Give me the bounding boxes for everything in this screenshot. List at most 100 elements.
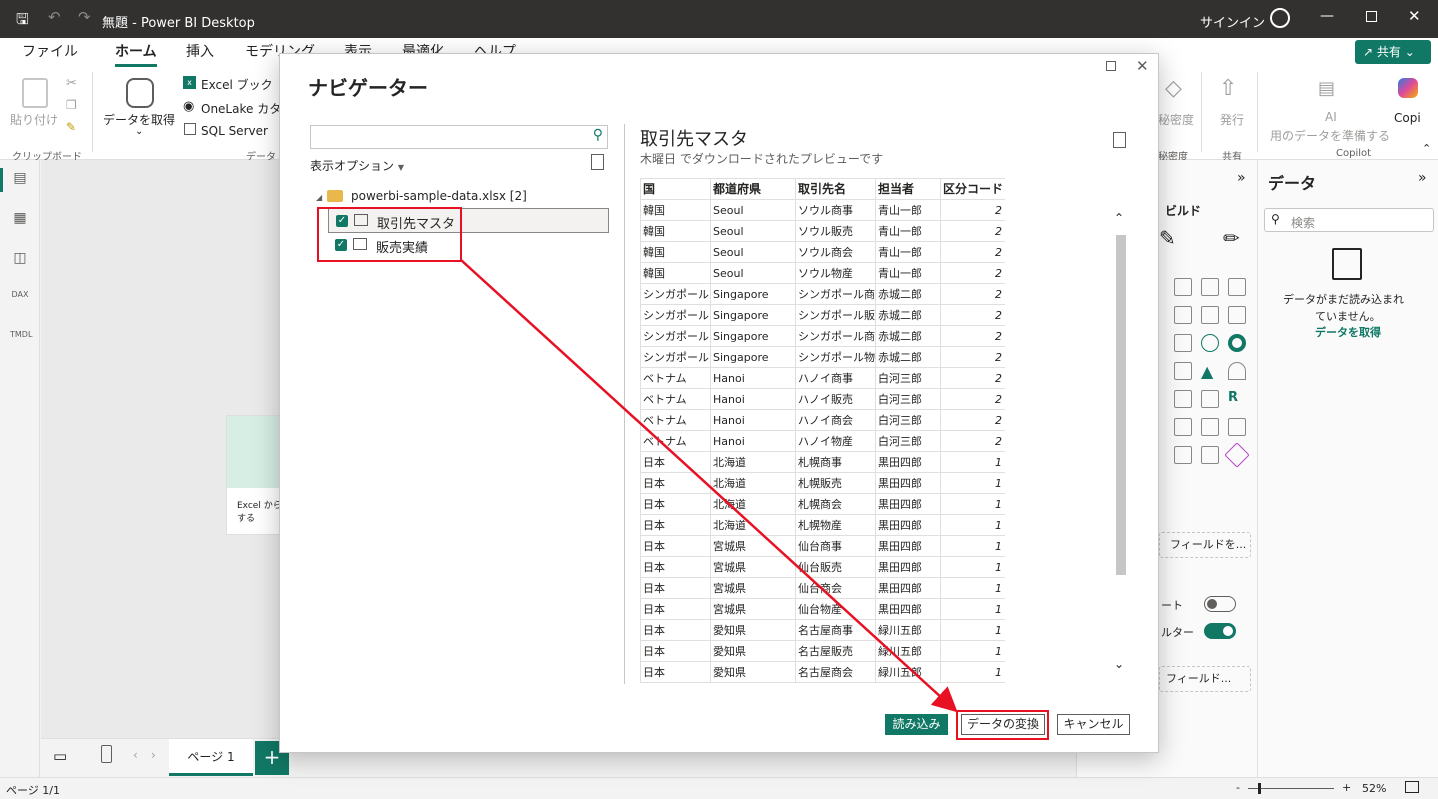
image-icon[interactable] — [1174, 446, 1192, 464]
undo-icon[interactable]: ↶ — [48, 8, 61, 26]
page-tab-label: ページ 1 — [187, 750, 235, 764]
callout-arrow — [460, 259, 958, 713]
empty-line-2: ていません。 — [1315, 310, 1381, 323]
ai-prep-icon: ▤ — [1318, 78, 1336, 99]
prev-page-icon[interactable]: ‹ — [133, 748, 138, 762]
ai-prepare-button[interactable]: 用のデータを準備する — [1270, 127, 1390, 144]
page-tab[interactable]: ページ 1 — [169, 739, 253, 776]
area-chart-icon[interactable] — [1174, 306, 1192, 324]
azure-map-icon[interactable]: ▲ — [1201, 362, 1219, 381]
paginated-report-icon[interactable] — [1228, 418, 1246, 436]
toggle-knob — [1223, 626, 1233, 636]
tab-file[interactable]: ファイル — [22, 41, 78, 61]
excel-import-card[interactable]: Excel から する — [226, 415, 286, 535]
dax-query-view-icon[interactable]: DAX — [10, 290, 30, 310]
keep-filters-label: ルター — [1161, 626, 1194, 639]
chevron-down-icon[interactable]: ⌄ — [135, 126, 143, 137]
mobile-layout-icon[interactable] — [101, 745, 112, 763]
keep-filters-toggle[interactable] — [1204, 623, 1236, 639]
collapse-ribbon-icon[interactable]: ⌃ — [1422, 142, 1431, 155]
maximize-icon[interactable] — [1366, 11, 1377, 22]
next-page-icon[interactable]: › — [151, 748, 156, 762]
scatter-icon[interactable] — [1174, 334, 1192, 352]
copilot-button[interactable]: Copi — [1394, 111, 1421, 125]
ai-label: AI — [1325, 110, 1337, 124]
onelake-icon: ◉ — [183, 99, 195, 114]
cross-report-toggle[interactable] — [1204, 596, 1236, 612]
pie-chart-icon[interactable] — [1201, 334, 1219, 352]
publish-button[interactable]: 発行 — [1220, 111, 1244, 128]
minimize-icon[interactable]: — — [1320, 8, 1334, 24]
table-empty-icon — [1332, 248, 1362, 280]
gauge-icon[interactable] — [1228, 362, 1246, 380]
column-chart-icon[interactable] — [1201, 278, 1219, 296]
account-icon[interactable] — [1270, 8, 1290, 28]
line-column-icon[interactable] — [1201, 306, 1219, 324]
zoom-out-button[interactable]: - — [1236, 781, 1240, 794]
share-label: 共有 — [1376, 45, 1401, 59]
title-bar: 🖫 ↶ ↷ 無題 - Power BI Desktop サインイン — ✕ — [0, 0, 1438, 38]
fit-to-page-icon[interactable] — [1405, 781, 1419, 793]
collapse-viz-icon[interactable]: » — [1237, 170, 1246, 186]
paste-button[interactable]: 貼り付け — [10, 111, 58, 128]
redo-icon[interactable]: ↷ — [78, 8, 91, 26]
search-icon: ⚲ — [1271, 212, 1280, 226]
table-view-icon[interactable]: ▦ — [10, 210, 30, 230]
r-visual-icon[interactable]: R — [1228, 390, 1246, 408]
status-bar: ページ 1/1 - + 52% — [0, 777, 1438, 799]
report-view-icon[interactable]: ▤ — [10, 170, 30, 190]
narrative-icon[interactable] — [1174, 418, 1192, 436]
build-visual-icon[interactable]: ✎ — [1159, 226, 1176, 250]
signin-link[interactable]: サインイン — [1200, 12, 1265, 31]
share-button[interactable]: ↗ 共有 ⌄ — [1355, 40, 1431, 64]
cross-report-label: ート — [1161, 599, 1183, 612]
get-data-link[interactable]: データを取得 — [1315, 324, 1381, 340]
tmdl-view-icon[interactable]: TMDL — [10, 330, 32, 350]
card-text: Excel から する — [237, 501, 282, 524]
zoom-thumb[interactable] — [1258, 783, 1261, 794]
copilot-group-label: Copilot — [1336, 148, 1372, 159]
key-influencers-icon[interactable] — [1201, 418, 1219, 436]
decomposition-tree-icon[interactable] — [1201, 446, 1219, 464]
desktop-layout-icon[interactable]: ▭ — [53, 747, 67, 765]
zoom-in-button[interactable]: + — [1342, 781, 1351, 794]
cut-icon[interactable]: ✂ — [66, 76, 77, 91]
excel-workbook-button[interactable]: Excel ブック — [201, 76, 273, 93]
tab-home[interactable]: ホーム — [115, 41, 157, 67]
window-title: 無題 - Power BI Desktop — [102, 16, 255, 31]
collapse-data-icon[interactable]: » — [1418, 170, 1427, 186]
close-icon[interactable]: ✕ — [1408, 7, 1421, 25]
data-search-input[interactable]: ⚲ 検索 — [1264, 208, 1434, 232]
separator — [92, 72, 93, 152]
bar-chart-icon[interactable] — [1174, 278, 1192, 296]
separator — [1257, 72, 1258, 152]
save-icon[interactable]: 🖫 — [16, 9, 29, 34]
drillthrough-field-well[interactable]: フィールド... — [1159, 666, 1251, 692]
active-view-indicator — [0, 168, 3, 192]
sql-server-button[interactable]: SQL Server — [201, 124, 268, 138]
matrix-icon[interactable] — [1201, 390, 1219, 408]
drill-field-well[interactable]: フィールドを... — [1159, 532, 1251, 558]
sql-server-icon — [184, 123, 196, 135]
build-label: ビルド — [1165, 204, 1202, 218]
tab-insert[interactable]: 挿入 — [186, 41, 214, 61]
clustered-column-icon[interactable] — [1228, 278, 1246, 296]
more-visuals-icon[interactable] — [1224, 442, 1250, 468]
table-icon[interactable] — [1174, 390, 1192, 408]
sensitivity-button[interactable]: 秘密度 — [1158, 111, 1194, 128]
database-icon — [126, 78, 154, 108]
separator — [1201, 72, 1202, 152]
copy-icon[interactable]: ❐ — [66, 98, 77, 112]
donut-chart-icon[interactable] — [1228, 334, 1246, 352]
sensitivity-icon: ◇ — [1165, 76, 1182, 101]
format-painter-icon[interactable]: ✎ — [66, 120, 76, 134]
zoom-level: 52% — [1362, 782, 1387, 795]
model-view-icon[interactable]: ◫ — [10, 250, 30, 270]
format-visual-icon[interactable]: ✏ — [1223, 226, 1240, 250]
data-search-placeholder: 検索 — [1291, 216, 1316, 230]
data-pane: データ » ⚲ 検索 データがまだ読み込まれ ていません。 データを取得 — [1257, 160, 1438, 777]
view-rail: ▤ ▦ ◫ DAX TMDL — [0, 160, 40, 777]
map-icon[interactable] — [1174, 362, 1192, 380]
ribbon-chart-icon[interactable] — [1228, 306, 1246, 324]
publish-icon: ⇧ — [1219, 76, 1238, 101]
